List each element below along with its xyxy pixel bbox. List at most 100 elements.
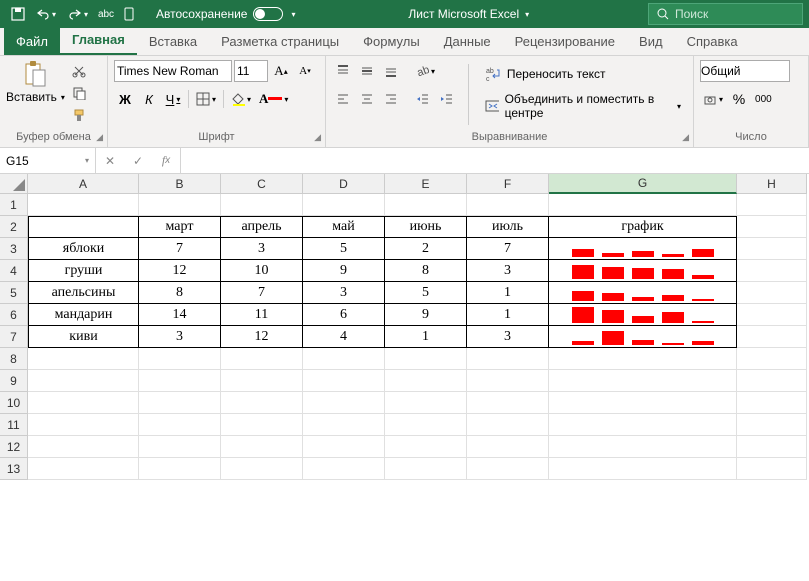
redo-button[interactable]: ▾: [64, 4, 92, 24]
cell-C6[interactable]: 11: [221, 304, 303, 326]
tab-home[interactable]: Главная: [60, 26, 137, 55]
column-header-H[interactable]: H: [737, 174, 807, 194]
cell-A3[interactable]: яблоки: [28, 238, 139, 260]
font-dialog-launcher[interactable]: ◢: [314, 132, 321, 143]
cell-F12[interactable]: [467, 436, 549, 458]
undo-button[interactable]: ▾: [32, 4, 60, 24]
cancel-formula-icon[interactable]: ✕: [96, 154, 124, 168]
cell-H4[interactable]: [737, 260, 807, 282]
cell-A9[interactable]: [28, 370, 139, 392]
font-color-button[interactable]: A▾: [256, 88, 291, 110]
increase-font-icon[interactable]: A▴: [270, 60, 292, 82]
decrease-font-icon[interactable]: A▾: [294, 60, 316, 82]
cell-G2[interactable]: график: [549, 216, 737, 238]
cell-F7[interactable]: 3: [467, 326, 549, 348]
column-header-E[interactable]: E: [385, 174, 467, 194]
cell-C2[interactable]: апрель: [221, 216, 303, 238]
cell-E8[interactable]: [385, 348, 467, 370]
cell-E5[interactable]: 5: [385, 282, 467, 304]
format-painter-icon[interactable]: [69, 106, 89, 124]
underline-button[interactable]: Ч ▾: [162, 88, 184, 110]
cell-G5[interactable]: [549, 282, 737, 304]
cell-H1[interactable]: [737, 194, 807, 216]
column-header-G[interactable]: G: [549, 174, 737, 194]
search-box[interactable]: Поиск: [648, 3, 803, 25]
row-header-9[interactable]: 9: [0, 370, 28, 392]
clipboard-dialog-launcher[interactable]: ◢: [96, 132, 103, 143]
cell-E10[interactable]: [385, 392, 467, 414]
cell-C7[interactable]: 12: [221, 326, 303, 348]
align-right-icon[interactable]: [380, 88, 402, 110]
cell-G11[interactable]: [549, 414, 737, 436]
cell-G4[interactable]: [549, 260, 737, 282]
cell-H13[interactable]: [737, 458, 807, 480]
font-size-select[interactable]: [234, 60, 268, 82]
cell-H9[interactable]: [737, 370, 807, 392]
cell-E1[interactable]: [385, 194, 467, 216]
cell-G1[interactable]: [549, 194, 737, 216]
cell-D3[interactable]: 5: [303, 238, 385, 260]
cell-C11[interactable]: [221, 414, 303, 436]
tab-insert[interactable]: Вставка: [137, 28, 209, 55]
autosave-toggle[interactable]: [253, 7, 283, 21]
cell-A6[interactable]: мандарин: [28, 304, 139, 326]
cell-D9[interactable]: [303, 370, 385, 392]
cell-C13[interactable]: [221, 458, 303, 480]
cell-A12[interactable]: [28, 436, 139, 458]
cell-A1[interactable]: [28, 194, 139, 216]
cell-F1[interactable]: [467, 194, 549, 216]
cell-E9[interactable]: [385, 370, 467, 392]
row-header-7[interactable]: 7: [0, 326, 28, 348]
cell-C8[interactable]: [221, 348, 303, 370]
column-header-F[interactable]: F: [467, 174, 549, 194]
cell-H12[interactable]: [737, 436, 807, 458]
borders-button[interactable]: ▾: [193, 88, 219, 110]
align-center-icon[interactable]: [356, 88, 378, 110]
cell-G3[interactable]: [549, 238, 737, 260]
row-header-10[interactable]: 10: [0, 392, 28, 414]
cell-D2[interactable]: май: [303, 216, 385, 238]
cell-H10[interactable]: [737, 392, 807, 414]
cell-B11[interactable]: [139, 414, 221, 436]
percent-button[interactable]: %: [728, 88, 750, 110]
column-header-C[interactable]: C: [221, 174, 303, 194]
row-header-4[interactable]: 4: [0, 260, 28, 282]
column-header-B[interactable]: B: [139, 174, 221, 194]
cell-H5[interactable]: [737, 282, 807, 304]
cell-H6[interactable]: [737, 304, 807, 326]
cell-G8[interactable]: [549, 348, 737, 370]
cut-icon[interactable]: [69, 62, 89, 80]
number-format-select[interactable]: [700, 60, 790, 82]
cell-B5[interactable]: 8: [139, 282, 221, 304]
cell-D4[interactable]: 9: [303, 260, 385, 282]
cell-G9[interactable]: [549, 370, 737, 392]
touch-mode-button[interactable]: [120, 4, 140, 24]
cell-D1[interactable]: [303, 194, 385, 216]
tab-review[interactable]: Рецензирование: [503, 28, 627, 55]
cell-A5[interactable]: апельсины: [28, 282, 139, 304]
cell-D6[interactable]: 6: [303, 304, 385, 326]
cell-A13[interactable]: [28, 458, 139, 480]
cell-A11[interactable]: [28, 414, 139, 436]
tab-help[interactable]: Справка: [675, 28, 750, 55]
cell-F11[interactable]: [467, 414, 549, 436]
cell-A8[interactable]: [28, 348, 139, 370]
cell-B8[interactable]: [139, 348, 221, 370]
cell-E6[interactable]: 9: [385, 304, 467, 326]
merge-center-button[interactable]: Объединить и поместить в центре ▾: [479, 90, 687, 122]
cell-G13[interactable]: [549, 458, 737, 480]
align-left-icon[interactable]: [332, 88, 354, 110]
cell-F3[interactable]: 7: [467, 238, 549, 260]
cell-E2[interactable]: июнь: [385, 216, 467, 238]
cell-B6[interactable]: 14: [139, 304, 221, 326]
cell-A2[interactable]: [28, 216, 139, 238]
cell-C3[interactable]: 3: [221, 238, 303, 260]
cell-B13[interactable]: [139, 458, 221, 480]
spellcheck-button[interactable]: abc: [96, 4, 116, 24]
cell-E12[interactable]: [385, 436, 467, 458]
paste-button[interactable]: Вставить▾: [6, 90, 65, 104]
cell-B7[interactable]: 3: [139, 326, 221, 348]
cell-F8[interactable]: [467, 348, 549, 370]
cell-B1[interactable]: [139, 194, 221, 216]
cell-F2[interactable]: июль: [467, 216, 549, 238]
